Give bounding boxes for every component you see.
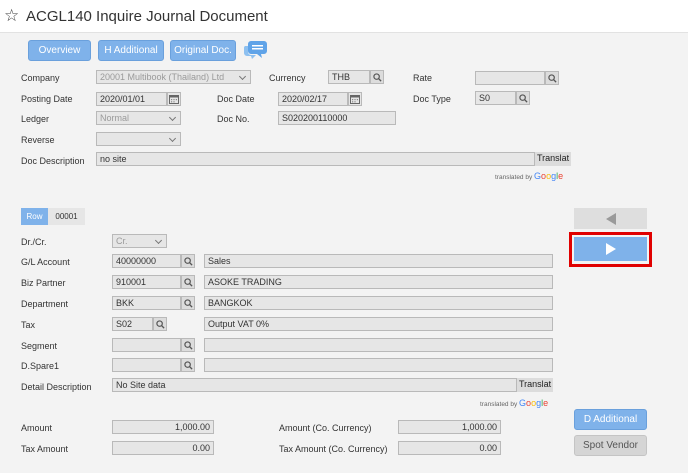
dspare1-name-field bbox=[204, 358, 553, 372]
translated-by-text: translated by bbox=[495, 174, 533, 181]
doc-description-field[interactable]: no site bbox=[96, 152, 571, 166]
amount-co-currency-label: Amount (Co. Currency) bbox=[279, 423, 372, 433]
posting-date-field[interactable]: 2020/01/01 bbox=[96, 92, 167, 106]
search-icon[interactable] bbox=[181, 338, 195, 352]
tax-amount-co-currency-field: 0.00 bbox=[398, 441, 501, 455]
ledger-select[interactable]: Normal bbox=[96, 111, 181, 125]
calendar-icon[interactable] bbox=[167, 92, 181, 106]
detail-description-label: Detail Description bbox=[21, 382, 92, 392]
dspare1-label: D.Spare1 bbox=[21, 361, 60, 371]
star-icon[interactable]: ☆ bbox=[4, 6, 19, 26]
segment-name-field bbox=[204, 338, 553, 352]
tax-amount-co-currency-label: Tax Amount (Co. Currency) bbox=[279, 444, 388, 454]
original-doc-button[interactable]: Original Doc. bbox=[170, 40, 236, 61]
department-code-field[interactable]: BKK bbox=[112, 296, 181, 310]
tax-name-field: Output VAT 0% bbox=[204, 317, 553, 331]
search-icon[interactable] bbox=[545, 71, 559, 85]
rate-label: Rate bbox=[413, 73, 433, 83]
amount-field: 1,000.00 bbox=[112, 420, 214, 434]
amount-label: Amount bbox=[21, 423, 53, 433]
amount-co-currency-field: 1,000.00 bbox=[398, 420, 501, 434]
doc-date-field[interactable]: 2020/02/17 bbox=[278, 92, 348, 106]
triangle-right-icon bbox=[605, 243, 616, 255]
biz-partner-name-field: ASOKE TRADING bbox=[204, 275, 553, 289]
calendar-icon[interactable] bbox=[348, 92, 362, 106]
company-select[interactable]: 20001 Multibook (Thailand) Ltd bbox=[96, 70, 251, 84]
next-row-button[interactable] bbox=[574, 237, 647, 261]
dspare1-code-field[interactable] bbox=[112, 358, 181, 372]
dr-cr-label: Dr./Cr. bbox=[21, 237, 47, 247]
chat-icon[interactable] bbox=[243, 39, 268, 61]
tax-amount-label: Tax Amount bbox=[21, 444, 69, 454]
google-translate-attribution: translated by Google bbox=[480, 398, 548, 410]
doc-no-field[interactable]: S020200110000 bbox=[278, 111, 396, 125]
doc-type-field[interactable]: S0 bbox=[475, 91, 516, 105]
dr-cr-select[interactable]: Cr. bbox=[112, 234, 167, 248]
department-label: Department bbox=[21, 299, 69, 309]
segment-label: Segment bbox=[21, 341, 58, 351]
doc-description-label: Doc Description bbox=[21, 156, 85, 166]
google-translate-attribution: translated by Google bbox=[495, 171, 563, 183]
translate-button[interactable]: Translat bbox=[534, 152, 572, 166]
reverse-label: Reverse bbox=[21, 135, 55, 145]
row-number: 00001 bbox=[48, 208, 85, 225]
reverse-select[interactable] bbox=[96, 132, 181, 146]
biz-partner-label: Biz Partner bbox=[21, 278, 66, 288]
ledger-label: Ledger bbox=[21, 114, 50, 124]
doc-date-label: Doc Date bbox=[217, 94, 255, 104]
gl-account-label: G/L Account bbox=[21, 257, 70, 267]
triangle-left-icon bbox=[605, 212, 616, 225]
row-tab[interactable]: Row bbox=[21, 208, 48, 225]
h-additional-button[interactable]: H Additional bbox=[98, 40, 164, 61]
previous-row-button[interactable] bbox=[574, 208, 647, 229]
tax-code-field[interactable]: S02 bbox=[112, 317, 153, 331]
company-label: Company bbox=[21, 73, 60, 83]
d-additional-button[interactable]: D Additional bbox=[574, 409, 647, 430]
google-logo: Google bbox=[519, 398, 549, 408]
translated-by-text: translated by bbox=[480, 401, 518, 408]
search-icon[interactable] bbox=[516, 91, 530, 105]
spot-vendor-button[interactable]: Spot Vendor bbox=[574, 435, 647, 456]
search-icon[interactable] bbox=[370, 70, 384, 84]
overview-button[interactable]: Overview bbox=[28, 40, 91, 61]
gl-account-name-field: Sales bbox=[204, 254, 553, 268]
tax-label: Tax bbox=[21, 320, 36, 330]
rate-field[interactable] bbox=[475, 71, 545, 85]
search-icon[interactable] bbox=[181, 275, 195, 289]
search-icon[interactable] bbox=[181, 358, 195, 372]
currency-field[interactable]: THB bbox=[328, 70, 370, 84]
biz-partner-code-field[interactable]: 910001 bbox=[112, 275, 181, 289]
search-icon[interactable] bbox=[153, 317, 167, 331]
posting-date-label: Posting Date bbox=[21, 94, 73, 104]
segment-code-field[interactable] bbox=[112, 338, 181, 352]
google-logo: Google bbox=[534, 171, 564, 181]
currency-label: Currency bbox=[269, 73, 306, 83]
title-bar: ☆ ACGL140 Inquire Journal Document bbox=[0, 0, 688, 33]
tax-amount-field: 0.00 bbox=[112, 441, 214, 455]
translate-button[interactable]: Translat bbox=[516, 378, 554, 392]
department-name-field: BANGKOK bbox=[204, 296, 553, 310]
search-icon[interactable] bbox=[181, 296, 195, 310]
doc-no-label: Doc No. bbox=[217, 114, 250, 124]
search-icon[interactable] bbox=[181, 254, 195, 268]
gl-account-code-field[interactable]: 40000000 bbox=[112, 254, 181, 268]
detail-description-field[interactable]: No Site data bbox=[112, 378, 553, 392]
page-title: ACGL140 Inquire Journal Document bbox=[26, 8, 268, 25]
doc-type-label: Doc Type bbox=[413, 94, 451, 104]
